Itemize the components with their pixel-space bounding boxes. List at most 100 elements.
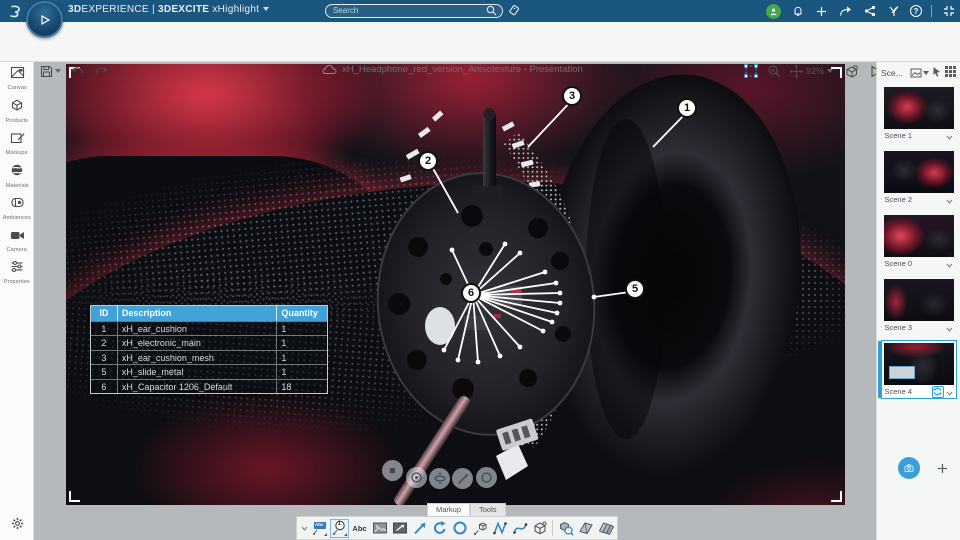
zoom-level-dropdown[interactable]: 92%: [806, 66, 834, 76]
tool-text[interactable]: Abc: [350, 519, 369, 538]
products-icon: [10, 98, 24, 117]
ghost-line-button[interactable]: [452, 468, 473, 489]
tool-circle-arrow[interactable]: [430, 519, 449, 538]
scene-options-chevron[interactable]: [946, 319, 953, 337]
scene-grid-view-icon[interactable]: [945, 64, 956, 82]
scene-card[interactable]: Scene 1: [881, 84, 957, 143]
brand-separator: |: [151, 4, 155, 15]
help-icon[interactable]: ?: [910, 5, 922, 17]
ghost-circle-button[interactable]: [476, 467, 497, 488]
bom-cell: xH_ear_cushion: [118, 322, 278, 336]
scene-card[interactable]: Scene 3: [881, 276, 957, 335]
sidebar-item-label: Canvas: [7, 85, 27, 91]
scene-card[interactable]: Scene 4: [877, 340, 957, 401]
scene-image-dropdown-icon[interactable]: [910, 68, 929, 78]
tool-multi-section[interactable]: [596, 519, 615, 538]
3d-viewport[interactable]: ID Description Quantity 1 xH_ear_cushion 1 2 x…: [66, 64, 845, 505]
zoom-button[interactable]: [765, 62, 783, 80]
view-cube-button[interactable]: [842, 62, 860, 80]
bell-icon[interactable]: [790, 4, 805, 19]
save-dropdown-caret[interactable]: [54, 69, 61, 73]
bom-column-header: Description: [118, 306, 278, 321]
left-sidebar: Canvas Products Markups Materials Ambiences C…: [0, 62, 34, 540]
share-network-icon[interactable]: [862, 4, 877, 19]
callout-number: 6: [467, 287, 475, 299]
user-avatar[interactable]: [766, 3, 781, 19]
scene-card[interactable]: Scene 0: [881, 212, 957, 271]
tool-circle[interactable]: [450, 519, 469, 538]
capture-scene-button[interactable]: [898, 457, 920, 479]
callout-balloon-5[interactable]: 5: [625, 279, 645, 299]
canvas-corner-marker: [69, 491, 80, 502]
ghost-target-button[interactable]: [406, 467, 427, 488]
tool-section-plane[interactable]: [576, 519, 595, 538]
tool-image[interactable]: [370, 519, 389, 538]
search-bar[interactable]: [325, 3, 503, 18]
sidebar-item-label: Camera: [6, 247, 28, 253]
undo-button[interactable]: [68, 62, 86, 80]
tag-icon[interactable]: [506, 3, 522, 19]
scene-thumbnail[interactable]: [883, 87, 954, 129]
app-name[interactable]: xHighlight: [212, 4, 259, 15]
pan-button[interactable]: [787, 62, 805, 80]
tool-box-callout[interactable]: [470, 519, 489, 538]
bom-cell: 1: [281, 367, 287, 378]
tool-cube[interactable]: [530, 519, 549, 538]
scene-options-chevron[interactable]: [946, 255, 953, 273]
bom-cell: xH_ear_cushion_mesh: [118, 350, 278, 365]
tool-arrow[interactable]: [410, 519, 429, 538]
scene-label: Scene 1: [884, 131, 913, 140]
scene-thumbnail[interactable]: [883, 151, 954, 193]
scene-card[interactable]: Scene 2: [881, 148, 957, 207]
tool-number-callout[interactable]: 1: [330, 518, 349, 538]
sidebar-item-camera[interactable]: Camera: [0, 224, 34, 256]
callout-number: 5: [631, 283, 639, 295]
sidebar-item-label: Materials: [5, 183, 29, 189]
callout-balloon-1[interactable]: 1: [677, 98, 697, 118]
share-forward-icon[interactable]: [838, 4, 853, 19]
tab-markup[interactable]: Markup: [427, 503, 471, 516]
sidebar-item-label: Ambiences: [2, 215, 32, 221]
tool-zoom-selection[interactable]: [556, 519, 575, 538]
bom-table[interactable]: ID Description Quantity 1 xH_ear_cushion 1 2 x…: [90, 305, 328, 394]
callout-balloon-2[interactable]: 2: [418, 151, 438, 171]
callout-balloon-6[interactable]: 6: [461, 283, 481, 303]
settings-gear-icon[interactable]: [8, 514, 26, 532]
compass-icon[interactable]: [26, 1, 63, 38]
collapse-toolbar-chevron[interactable]: [299, 526, 309, 531]
scene-sync-icon[interactable]: [931, 385, 944, 398]
redo-button[interactable]: [92, 62, 110, 80]
sidebar-item-products[interactable]: Products: [0, 94, 34, 127]
sidebar-item-canvas[interactable]: Canvas: [0, 62, 34, 94]
tool-note-callout[interactable]: Abc: [310, 519, 329, 538]
sidebar-item-ambiences[interactable]: Ambiences: [0, 192, 34, 224]
tool-polyline[interactable]: [490, 519, 509, 538]
save-button[interactable]: [38, 62, 62, 80]
scene-options-chevron[interactable]: [946, 127, 953, 145]
scene-thumbnail[interactable]: [883, 343, 954, 385]
zoom-level-value: 92%: [806, 66, 825, 76]
ghost-ellipse-button[interactable]: [429, 468, 450, 489]
scene-options-chevron[interactable]: [946, 383, 953, 401]
callout-balloon-3[interactable]: 3: [562, 86, 582, 106]
search-input[interactable]: [331, 5, 486, 16]
fullscreen-icon[interactable]: [941, 4, 956, 19]
sidebar-item-materials[interactable]: Materials: [0, 159, 34, 192]
add-scene-button[interactable]: [935, 461, 949, 475]
tool-spline[interactable]: [510, 519, 529, 538]
ghost-marker-button[interactable]: [382, 460, 403, 481]
add-icon[interactable]: [814, 4, 829, 19]
frame-select-button[interactable]: [742, 62, 760, 80]
sidebar-item-properties[interactable]: Properties: [0, 256, 34, 288]
chevron-down-icon[interactable]: [263, 7, 270, 11]
tab-tools[interactable]: Tools: [470, 503, 506, 516]
sidebar-item-markups[interactable]: Markups: [0, 127, 34, 159]
scene-thumbnail[interactable]: [883, 215, 954, 257]
search-icon[interactable]: [486, 5, 497, 16]
bom-table-row: 1 xH_ear_cushion 1: [91, 321, 327, 336]
media-icon[interactable]: [886, 4, 901, 19]
scene-options-chevron[interactable]: [946, 191, 953, 209]
scene-cursor-icon[interactable]: [932, 64, 942, 82]
scene-thumbnail[interactable]: [883, 279, 954, 321]
tool-picture-note[interactable]: [390, 519, 409, 538]
